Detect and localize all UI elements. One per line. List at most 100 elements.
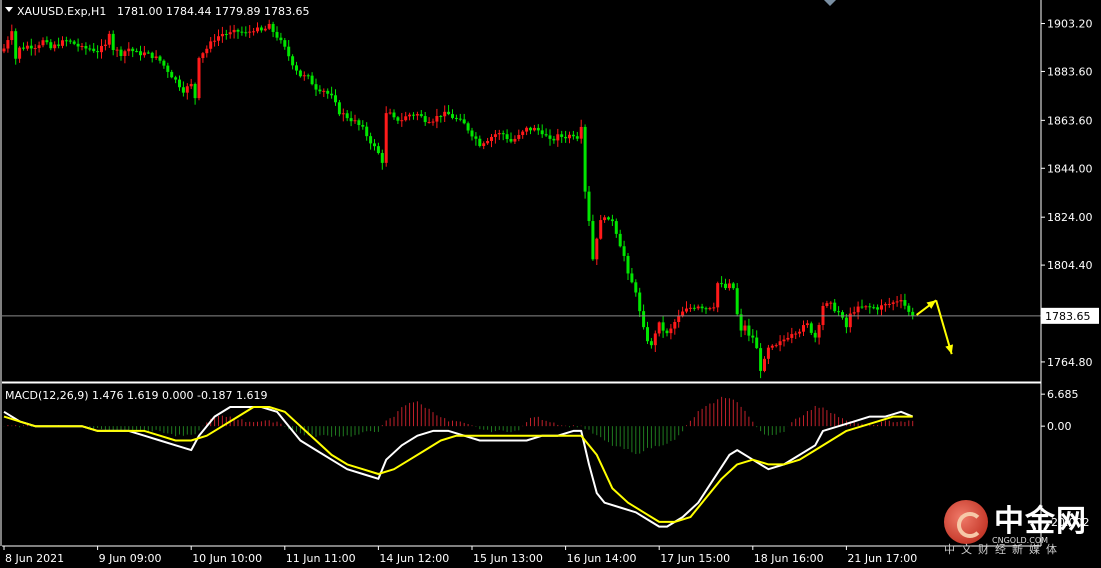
candle-bear bbox=[119, 49, 123, 57]
candle-bull bbox=[770, 345, 774, 348]
candle-bear bbox=[174, 77, 178, 80]
candle-bull bbox=[517, 134, 521, 139]
candle-bull bbox=[37, 45, 41, 49]
candle-bear bbox=[642, 311, 646, 328]
candle-bull bbox=[521, 131, 525, 135]
candle-bull bbox=[766, 347, 770, 359]
candle-bear bbox=[45, 40, 49, 43]
candle-bull bbox=[189, 83, 193, 87]
candle-bear bbox=[536, 127, 540, 131]
candle-bull bbox=[353, 120, 357, 122]
candle-bull bbox=[384, 113, 388, 163]
price-tick-label: 1764.80 bbox=[1047, 356, 1093, 369]
candle-bear bbox=[610, 219, 614, 222]
candle-bull bbox=[782, 339, 786, 342]
candle-bear bbox=[259, 27, 263, 31]
candle-bear bbox=[544, 134, 548, 136]
candle-bear bbox=[373, 143, 376, 147]
candle-bear bbox=[298, 70, 302, 77]
candle-bear bbox=[224, 34, 228, 36]
candle-bull bbox=[603, 217, 607, 221]
candle-bear bbox=[813, 332, 817, 338]
candle-bull bbox=[2, 48, 6, 52]
candle-bear bbox=[318, 89, 322, 92]
candle-bull bbox=[786, 337, 790, 340]
candle-bull bbox=[115, 49, 119, 51]
candle-bull bbox=[743, 325, 747, 331]
candle-bear bbox=[505, 134, 509, 140]
candle-bull bbox=[10, 31, 14, 41]
candle-bear bbox=[29, 45, 33, 49]
candle-bear bbox=[583, 126, 587, 192]
candle-bear bbox=[720, 283, 724, 285]
candle-bear bbox=[111, 33, 115, 50]
candle-bull bbox=[825, 303, 829, 306]
candle-bear bbox=[271, 23, 275, 32]
candle-bull bbox=[263, 28, 267, 31]
candle-bear bbox=[509, 139, 513, 142]
watermark-tagline: 中文财经新媒体 bbox=[944, 543, 1063, 556]
candle-bear bbox=[454, 117, 458, 119]
time-tick-label: 21 Jun 17:00 bbox=[847, 552, 917, 565]
candle-bear bbox=[22, 47, 25, 49]
candle-bear bbox=[466, 123, 470, 131]
candle-bear bbox=[860, 306, 864, 308]
candle-bear bbox=[306, 75, 310, 77]
candle-bull bbox=[220, 34, 224, 37]
mt4-chart[interactable]: 1903.20 1883.60 1863.60 1844.00 1824.00 1804.… bbox=[0, 0, 1101, 568]
candle-bear bbox=[178, 79, 181, 88]
candle-bear bbox=[64, 40, 68, 42]
candle-bull bbox=[712, 307, 716, 309]
candle-bull bbox=[727, 283, 731, 289]
candle-bull bbox=[6, 40, 10, 49]
candle-bear bbox=[462, 119, 466, 124]
candle-bear bbox=[275, 31, 279, 38]
macd-tick-label: 6.685 bbox=[1047, 388, 1079, 401]
candle-bull bbox=[895, 301, 899, 303]
candle-bull bbox=[100, 45, 103, 53]
candle-bull bbox=[256, 27, 259, 32]
candle-bear bbox=[49, 42, 53, 49]
candle-bear bbox=[330, 93, 334, 96]
candle-bear bbox=[868, 306, 872, 308]
candle-bull bbox=[341, 113, 345, 115]
candle-bear bbox=[739, 314, 743, 331]
candle-bull bbox=[123, 51, 127, 57]
symbol-label: XAUUSD.Exp,H1 bbox=[17, 5, 106, 18]
candle-bear bbox=[392, 112, 396, 118]
candle-bear bbox=[334, 95, 337, 103]
candle-bull bbox=[532, 127, 536, 131]
time-tick-label: 14 Jun 12:00 bbox=[379, 552, 449, 565]
candle-bear bbox=[447, 111, 451, 115]
time-tick-label: 15 Jun 13:00 bbox=[473, 552, 543, 565]
price-tick-label: 1863.60 bbox=[1047, 114, 1093, 127]
candle-bear bbox=[575, 136, 579, 139]
candle-bear bbox=[349, 118, 353, 122]
candle-bear bbox=[439, 116, 443, 118]
candle-bear bbox=[634, 282, 638, 293]
candle-bear bbox=[57, 44, 61, 46]
candle-bear bbox=[607, 217, 610, 220]
candle-bull bbox=[497, 133, 501, 135]
candle-bear bbox=[68, 40, 72, 42]
last-price-label: 1783.65 bbox=[1045, 310, 1091, 323]
time-tick-label: 16 Jun 14:00 bbox=[567, 552, 637, 565]
candle-bear bbox=[345, 113, 349, 119]
candle-bear bbox=[470, 130, 474, 137]
time-tick-label: 8 Jun 2021 bbox=[5, 552, 64, 565]
candle-bear bbox=[501, 133, 505, 135]
price-tick-label: 1883.60 bbox=[1047, 65, 1093, 78]
candle-bull bbox=[525, 127, 529, 132]
candle-bear bbox=[451, 114, 454, 118]
candle-bear bbox=[337, 102, 341, 115]
candle-bear bbox=[911, 311, 915, 316]
time-tick-label: 10 Jun 10:00 bbox=[192, 552, 262, 565]
candle-bull bbox=[880, 305, 883, 310]
candle-bull bbox=[482, 143, 486, 147]
candle-bull bbox=[864, 306, 868, 308]
candle-bear bbox=[564, 136, 568, 139]
candle-bull bbox=[802, 325, 805, 332]
candle-bear bbox=[587, 191, 591, 222]
candle-bull bbox=[415, 114, 419, 116]
candle-bull bbox=[774, 345, 778, 347]
